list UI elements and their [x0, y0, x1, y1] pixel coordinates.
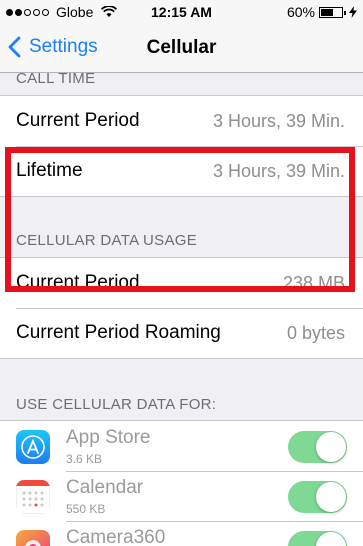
- section-header-use-data-for: USE CELLULAR DATA FOR:: [16, 396, 217, 413]
- data-usage-current-period-row: Current Period 238 MB: [0, 258, 363, 308]
- battery-icon: [319, 6, 346, 18]
- app-row-calendar: Calendar 550 KB: [0, 471, 363, 521]
- row-value: 238 MB: [282, 273, 345, 293]
- app-data-size: 3.6 KB: [66, 452, 103, 466]
- call-time-group: Current Period 3 Hours, 39 Min. Lifetime…: [0, 95, 363, 197]
- row-label: Lifetime: [16, 160, 83, 181]
- section-header-data-usage: CELLULAR DATA USAGE: [16, 232, 198, 249]
- row-label: Current Period Roaming: [16, 322, 221, 343]
- section-header-call-time: CALL TIME: [16, 72, 96, 87]
- call-time-lifetime-row: Lifetime 3 Hours, 39 Min.: [0, 146, 363, 196]
- status-bar: Globe 12:15 AM 60%: [0, 0, 363, 24]
- charging-bolt-icon: [349, 6, 357, 18]
- app-name: Camera360: [66, 527, 166, 546]
- data-usage-group: Current Period 238 MB Current Period Roa…: [0, 257, 363, 359]
- row-label: Current Period: [16, 110, 140, 131]
- data-usage-roaming-row: Current Period Roaming 0 bytes: [0, 308, 363, 358]
- row-label: Current Period: [16, 272, 140, 293]
- camera360-cellular-toggle[interactable]: [288, 531, 347, 546]
- app-store-cellular-toggle[interactable]: [288, 431, 347, 463]
- row-value: 3 Hours, 39 Min.: [212, 161, 345, 181]
- row-value: 3 Hours, 39 Min.: [212, 111, 345, 131]
- page-title: Cellular: [146, 37, 217, 58]
- camera360-icon: [16, 530, 50, 546]
- apps-group: App Store 3.6 KB Calendar 550 KB Camera3…: [0, 420, 363, 546]
- navigation-bar: Settings Cellular: [0, 24, 363, 73]
- battery-percent: 60%: [286, 4, 315, 20]
- battery-area: 60%: [287, 4, 357, 20]
- row-value: 0 bytes: [286, 323, 345, 343]
- calendar-icon: [16, 480, 50, 514]
- app-name: App Store: [66, 427, 151, 448]
- app-name: Calendar: [66, 477, 144, 498]
- app-data-size: 550 KB: [66, 502, 106, 516]
- app-row-app-store: App Store 3.6 KB: [0, 421, 363, 471]
- settings-list[interactable]: CALL TIME Current Period 3 Hours, 39 Min…: [0, 72, 363, 546]
- app-row-camera360: Camera360: [0, 521, 363, 546]
- call-time-current-period-row: Current Period 3 Hours, 39 Min.: [0, 96, 363, 146]
- calendar-cellular-toggle[interactable]: [288, 481, 347, 513]
- app-store-icon: [16, 430, 50, 464]
